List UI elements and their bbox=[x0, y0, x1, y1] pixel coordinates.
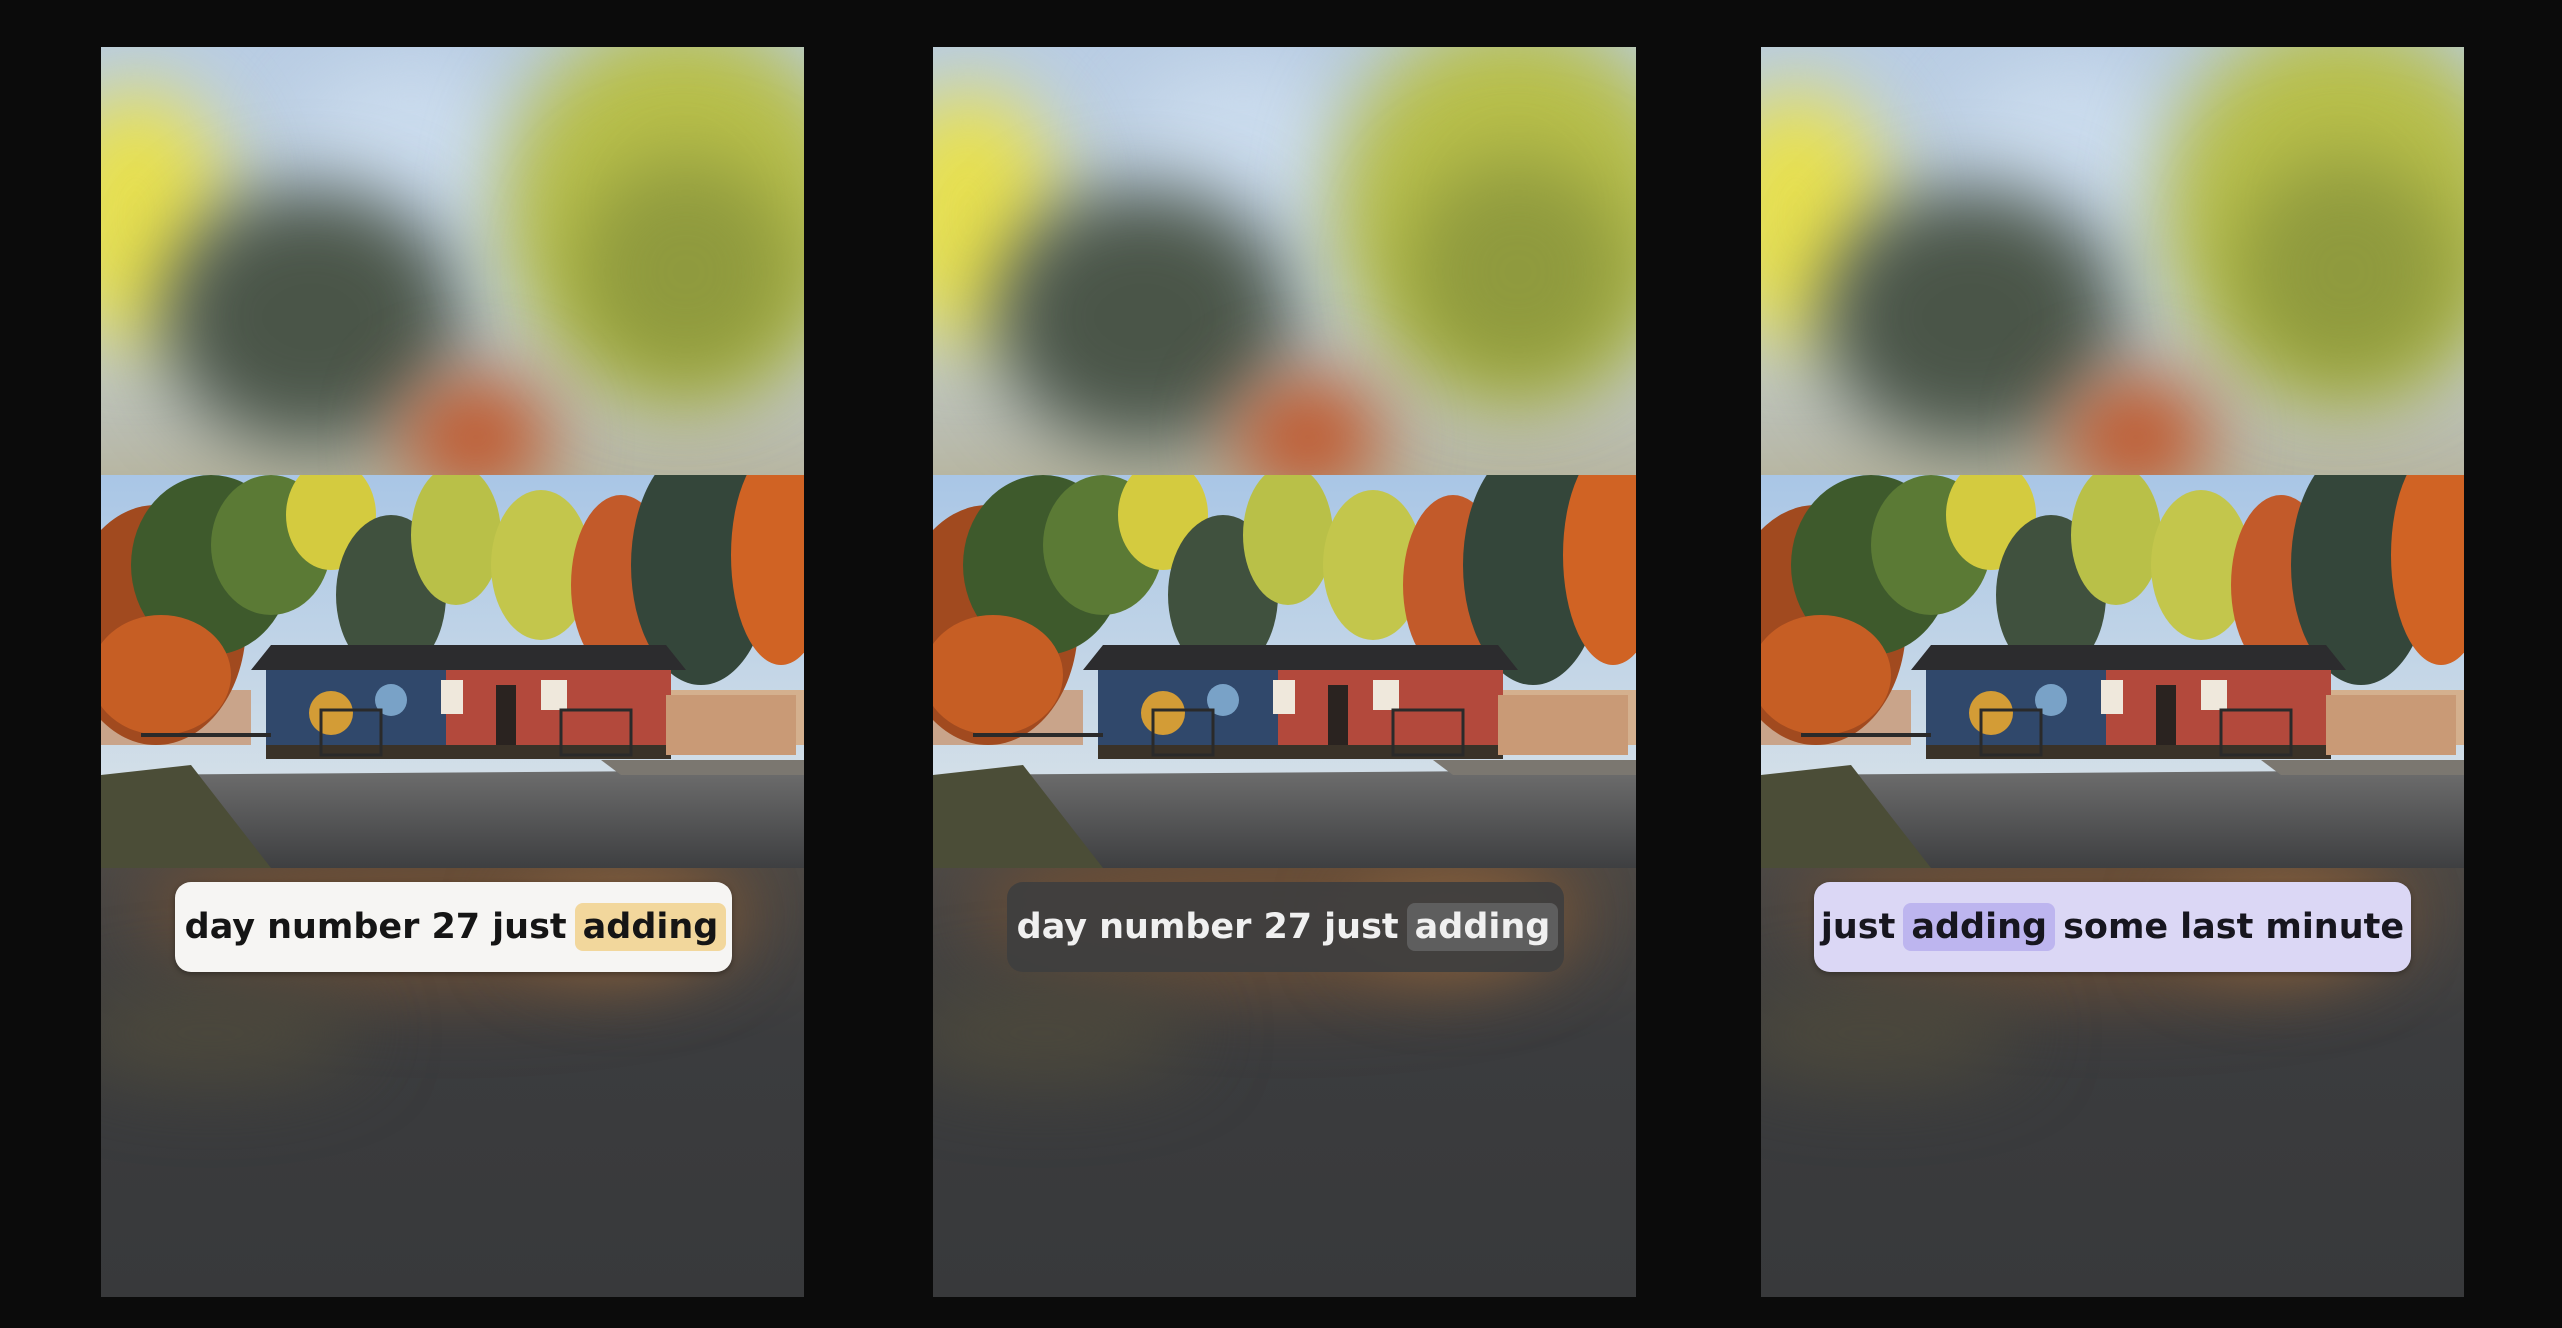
caption-word: minute bbox=[2265, 907, 2405, 947]
caption-word: number bbox=[1099, 907, 1252, 947]
blurred-background-top bbox=[933, 47, 1636, 475]
caption-word: day bbox=[184, 907, 256, 947]
caption-pill[interactable]: day number 27 just adding bbox=[175, 882, 732, 972]
caption-word: some bbox=[2063, 907, 2169, 947]
video-preview-grid: day number 27 just adding day number 27 … bbox=[0, 0, 2562, 1328]
video-frame-autumn-house bbox=[101, 475, 804, 868]
caption-style-preview-2[interactable]: day number 27 just adding bbox=[933, 47, 1636, 1297]
caption-word: day bbox=[1016, 907, 1088, 947]
blurred-background-top bbox=[1761, 47, 2464, 475]
caption-word: 27 bbox=[1263, 907, 1313, 947]
caption-word: last bbox=[2180, 907, 2254, 947]
caption-pill[interactable]: day number 27 just adding bbox=[1007, 882, 1564, 972]
caption-word: 27 bbox=[431, 907, 481, 947]
caption-pill[interactable]: just adding some last minute bbox=[1814, 882, 2411, 972]
caption-style-preview-1[interactable]: day number 27 just adding bbox=[101, 47, 804, 1297]
caption-word: just bbox=[1820, 907, 1896, 947]
caption-highlighted-word: adding bbox=[1406, 903, 1559, 951]
caption-highlighted-word: adding bbox=[574, 903, 727, 951]
caption-word: just bbox=[1324, 907, 1399, 947]
caption-style-preview-3[interactable]: just adding some last minute bbox=[1761, 47, 2464, 1297]
video-frame-autumn-house bbox=[933, 475, 1636, 868]
caption-word: just bbox=[492, 907, 567, 947]
caption-highlighted-word: adding bbox=[1903, 903, 2056, 951]
video-frame-autumn-house bbox=[1761, 475, 2464, 868]
blurred-background-top bbox=[101, 47, 804, 475]
caption-word: number bbox=[267, 907, 420, 947]
